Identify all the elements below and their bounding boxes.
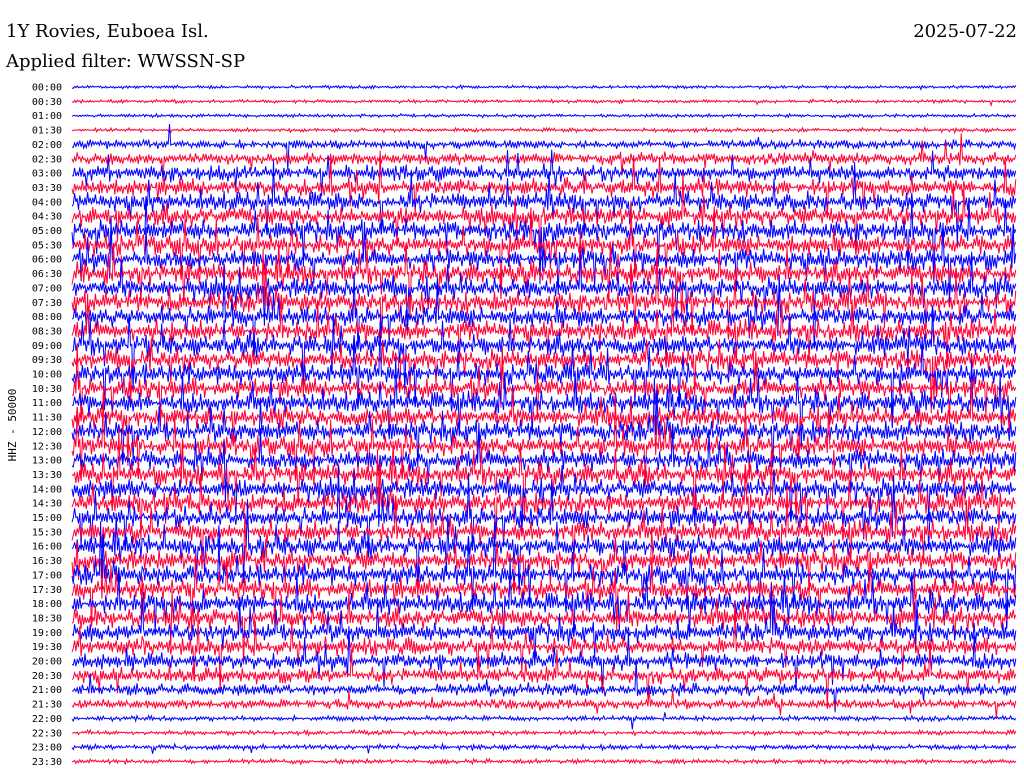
time-label-0630: 06:30	[32, 269, 62, 280]
time-label-1830: 18:30	[32, 613, 62, 624]
time-label-1530: 15:30	[32, 527, 62, 538]
time-label-0130: 01:30	[32, 126, 62, 137]
chart-title: 1Y Rovies, Euboea Isl.	[6, 21, 209, 42]
time-label-2030: 20:30	[32, 671, 62, 682]
time-label-2000: 20:00	[32, 657, 62, 668]
time-label-0600: 06:00	[32, 255, 62, 266]
time-label-0800: 08:00	[32, 312, 62, 323]
trace-0030	[71, 98, 1017, 107]
time-label-2200: 22:00	[32, 714, 62, 725]
time-label-0400: 04:00	[32, 197, 62, 208]
trace-0000	[71, 83, 1017, 91]
time-label-0930: 09:30	[32, 355, 62, 366]
trace-2300	[71, 742, 1017, 754]
time-label-0700: 07:00	[32, 283, 62, 294]
trace-2200	[71, 712, 1017, 730]
time-label-0500: 05:00	[32, 226, 62, 237]
trace-1830	[71, 573, 1017, 665]
time-label-1900: 19:00	[32, 628, 62, 639]
time-label-0430: 04:30	[32, 212, 62, 223]
time-label-1930: 19:30	[32, 642, 62, 653]
trace-2330	[71, 757, 1017, 766]
time-label-0330: 03:30	[32, 183, 62, 194]
trace-1900	[71, 583, 1017, 666]
time-label-0730: 07:30	[32, 298, 62, 309]
time-label-0300: 03:00	[32, 169, 62, 180]
trace-1600	[71, 499, 1017, 596]
y-axis-label: HHZ - 50000	[6, 389, 19, 462]
chart-subtitle: Applied filter: WWSSN-SP	[5, 51, 245, 72]
trace-0100	[71, 112, 1017, 119]
time-label-0830: 08:30	[32, 326, 62, 337]
time-label-2230: 22:30	[32, 728, 62, 739]
time-label-1030: 10:30	[32, 384, 62, 395]
trace-0130	[71, 126, 1017, 135]
time-label-1400: 14:00	[32, 484, 62, 495]
time-label-1330: 13:30	[32, 470, 62, 481]
time-label-1000: 10:00	[32, 370, 62, 381]
time-label-0530: 05:30	[32, 240, 62, 251]
time-label-1700: 17:00	[32, 570, 62, 581]
trace-2230	[71, 728, 1017, 737]
trace-group	[71, 83, 1017, 766]
time-label-1730: 17:30	[32, 585, 62, 596]
time-label-2300: 23:00	[32, 743, 62, 754]
time-label-2100: 21:00	[32, 685, 62, 696]
time-label-0030: 00:30	[32, 97, 62, 108]
time-label-0200: 02:00	[32, 140, 62, 151]
time-label-0900: 09:00	[32, 341, 62, 352]
time-label-1300: 13:00	[32, 456, 62, 467]
trace-2030	[71, 639, 1017, 708]
time-label-1430: 14:30	[32, 499, 62, 510]
trace-1630	[71, 513, 1017, 599]
trace-2000	[71, 625, 1017, 692]
time-label-1100: 11:00	[32, 398, 62, 409]
time-label-1630: 16:30	[32, 556, 62, 567]
time-label-1200: 12:00	[32, 427, 62, 438]
time-label-2330: 23:30	[32, 757, 62, 768]
helicorder-chart: 1Y Rovies, Euboea Isl. Applied filter: W…	[5, 21, 1017, 768]
chart-date: 2025-07-22	[913, 21, 1017, 42]
time-label-group: 00:00 00:30 01:00 01:30 02:00 02:30 03:00 03:30…	[32, 83, 62, 768]
time-label-1230: 12:30	[32, 441, 62, 452]
time-label-2130: 21:30	[32, 700, 62, 711]
time-label-1800: 18:00	[32, 599, 62, 610]
time-label-0000: 00:00	[32, 83, 62, 94]
trace-2130	[71, 689, 1017, 719]
time-label-1500: 15:00	[32, 513, 62, 524]
time-label-0230: 02:30	[32, 154, 62, 165]
time-label-0100: 01:00	[32, 111, 62, 122]
time-label-1130: 11:30	[32, 413, 62, 424]
time-label-1600: 16:00	[32, 542, 62, 553]
trace-0900	[71, 307, 1017, 395]
